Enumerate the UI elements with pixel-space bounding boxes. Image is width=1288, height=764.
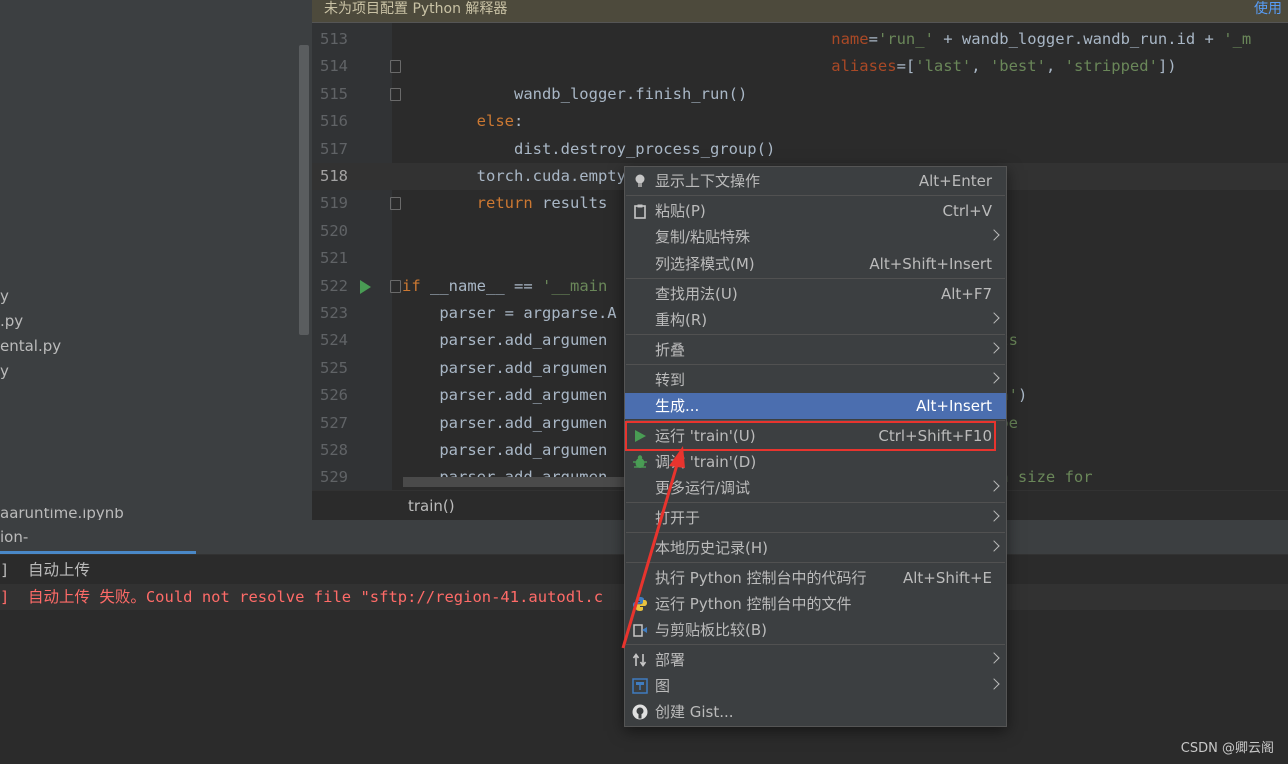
code-line[interactable]: 513 name='run_' + wandb_logger.wandb_run… bbox=[312, 26, 1288, 53]
line-number: 515 bbox=[320, 84, 348, 103]
code-line[interactable]: 517 dist.destroy_process_group() bbox=[312, 136, 1288, 163]
fold-marker-icon[interactable] bbox=[390, 197, 401, 211]
menu-item-create-gist[interactable]: 创建 Gist... bbox=[625, 699, 1006, 725]
chevron-right-icon bbox=[988, 652, 1000, 664]
debug-bug-icon bbox=[633, 455, 647, 468]
menu-item-generate[interactable]: 生成... Alt+Insert bbox=[625, 393, 1006, 419]
line-number: 529 bbox=[320, 468, 348, 487]
code-text: return results bbox=[476, 194, 608, 213]
watermark: CSDN @卿云阁 bbox=[1180, 741, 1274, 756]
menu-item-deployment[interactable]: 部署 bbox=[625, 647, 1006, 673]
line-number: 526 bbox=[320, 386, 348, 405]
menu-item-show-context-actions[interactable]: 显示上下文操作 Alt+Enter bbox=[625, 168, 1006, 194]
menu-item-compare-clipboard[interactable]: 与剪贴板比较(B) bbox=[625, 617, 1006, 643]
fold-marker-icon[interactable] bbox=[390, 60, 401, 74]
code-text: dist.destroy_process_group() bbox=[402, 139, 776, 158]
menu-item-more-run-debug[interactable]: 更多运行/调试 bbox=[625, 475, 1006, 501]
diagram-icon bbox=[632, 678, 648, 694]
menu-item-refactor[interactable]: 重构(R) bbox=[625, 307, 1006, 333]
menu-item-column-selection[interactable]: 列选择模式(M) Alt+Shift+Insert bbox=[625, 251, 1006, 277]
run-gutter-icon[interactable] bbox=[360, 279, 371, 294]
project-file-item[interactable]: aaruntime.ipynb bbox=[0, 508, 124, 520]
annotation-highlight-box bbox=[625, 421, 996, 451]
fold-marker-icon[interactable] bbox=[390, 279, 401, 293]
chevron-right-icon bbox=[988, 372, 1000, 384]
project-scrollbar[interactable] bbox=[299, 45, 309, 335]
menu-item-local-history[interactable]: 本地历史记录(H) bbox=[625, 535, 1006, 561]
line-number: 520 bbox=[320, 221, 348, 240]
log-line: ] 自动上传 bbox=[0, 561, 90, 579]
github-icon bbox=[632, 704, 648, 720]
menu-item-folding[interactable]: 折叠 bbox=[625, 337, 1006, 363]
project-panel: y .py ental.py y aaruntime.ipynb bbox=[0, 0, 312, 520]
breadcrumb-function[interactable]: train() bbox=[408, 497, 455, 515]
project-file-item[interactable]: y bbox=[0, 285, 9, 307]
line-number: 521 bbox=[320, 249, 348, 268]
line-number: 523 bbox=[320, 304, 348, 322]
line-number: 525 bbox=[320, 358, 348, 377]
project-file-item[interactable]: ental.py bbox=[0, 335, 61, 357]
lightbulb-icon bbox=[635, 174, 645, 187]
menu-separator bbox=[626, 334, 1005, 335]
menu-separator bbox=[626, 502, 1005, 503]
code-text: torch.cuda.empty_ca bbox=[402, 167, 654, 185]
code-line[interactable]: 514 aliases=['last', 'best', 'stripped']… bbox=[312, 53, 1288, 80]
code-text: aliases=['last', 'best', 'stripped']) bbox=[831, 57, 1177, 76]
code-line[interactable]: 516 else: bbox=[312, 108, 1288, 135]
menu-item-goto[interactable]: 转到 bbox=[625, 367, 1006, 393]
line-number: 522 bbox=[320, 276, 348, 295]
line-number: 524 bbox=[320, 331, 348, 350]
line-number: 527 bbox=[320, 413, 348, 432]
chevron-right-icon bbox=[988, 510, 1000, 522]
code-line[interactable]: 515 wandb_logger.finish_run() bbox=[312, 81, 1288, 108]
menu-item-find-usages[interactable]: 查找用法(U) Alt+F7 bbox=[625, 281, 1006, 307]
line-number: 519 bbox=[320, 194, 348, 213]
line-number: 516 bbox=[320, 112, 348, 131]
compare-clipboard-icon bbox=[633, 624, 647, 637]
menu-item-run-file-in-console[interactable]: 运行 Python 控制台中的文件 bbox=[625, 591, 1006, 617]
code-text: parser.add_argumen bbox=[402, 441, 608, 459]
chevron-right-icon bbox=[988, 540, 1000, 552]
interpreter-warning-banner: 未为项目配置 Python 解释器 使用 bbox=[312, 0, 1288, 23]
project-file-item[interactable]: .py bbox=[0, 310, 23, 332]
menu-item-diagrams[interactable]: 图 bbox=[625, 673, 1006, 699]
menu-item-paste[interactable]: 粘贴(P) Ctrl+V bbox=[625, 198, 1006, 224]
menu-item-exec-line-in-console[interactable]: 执行 Python 控制台中的代码行 Alt+Shift+E bbox=[625, 565, 1006, 591]
chevron-right-icon bbox=[988, 678, 1000, 690]
clipboard-icon bbox=[634, 204, 646, 219]
menu-separator bbox=[626, 532, 1005, 533]
chevron-right-icon bbox=[988, 342, 1000, 354]
menu-item-debug-train[interactable]: 调试 'train'(D) bbox=[625, 449, 1006, 475]
line-number: 513 bbox=[320, 30, 348, 48]
chevron-right-icon bbox=[988, 480, 1000, 492]
fold-marker-icon[interactable] bbox=[390, 87, 401, 101]
python-icon bbox=[633, 597, 647, 611]
deployment-arrows-icon bbox=[632, 653, 647, 667]
line-number: 517 bbox=[320, 139, 348, 158]
chevron-right-icon bbox=[988, 312, 1000, 324]
menu-item-open-in[interactable]: 打开于 bbox=[625, 505, 1006, 531]
code-text: name='run_' + wandb_logger.wandb_run.id … bbox=[831, 30, 1252, 48]
line-number: 518 bbox=[320, 167, 348, 185]
banner-use-link[interactable]: 使用 bbox=[1254, 0, 1282, 18]
menu-separator bbox=[626, 364, 1005, 365]
chevron-right-icon bbox=[988, 229, 1000, 241]
project-file-item[interactable]: y bbox=[0, 360, 9, 382]
code-text: wandb_logger.finish_run() bbox=[402, 84, 748, 103]
line-number: 528 bbox=[320, 441, 348, 459]
banner-text: 未为项目配置 Python 解释器 bbox=[324, 1, 508, 17]
menu-separator bbox=[626, 278, 1005, 279]
line-number: 514 bbox=[320, 57, 348, 76]
menu-separator bbox=[626, 644, 1005, 645]
tab-remote-host[interactable]: ion-41.autodl.com:24570 bbox=[0, 520, 196, 580]
menu-item-copy-paste-special[interactable]: 复制/粘贴特殊 bbox=[625, 224, 1006, 250]
menu-separator bbox=[626, 562, 1005, 563]
menu-separator bbox=[626, 195, 1005, 196]
code-text: parser = argparse.A bbox=[402, 304, 617, 322]
code-text: else: bbox=[476, 112, 524, 131]
code-text: if __name__ == '__main bbox=[402, 276, 608, 295]
